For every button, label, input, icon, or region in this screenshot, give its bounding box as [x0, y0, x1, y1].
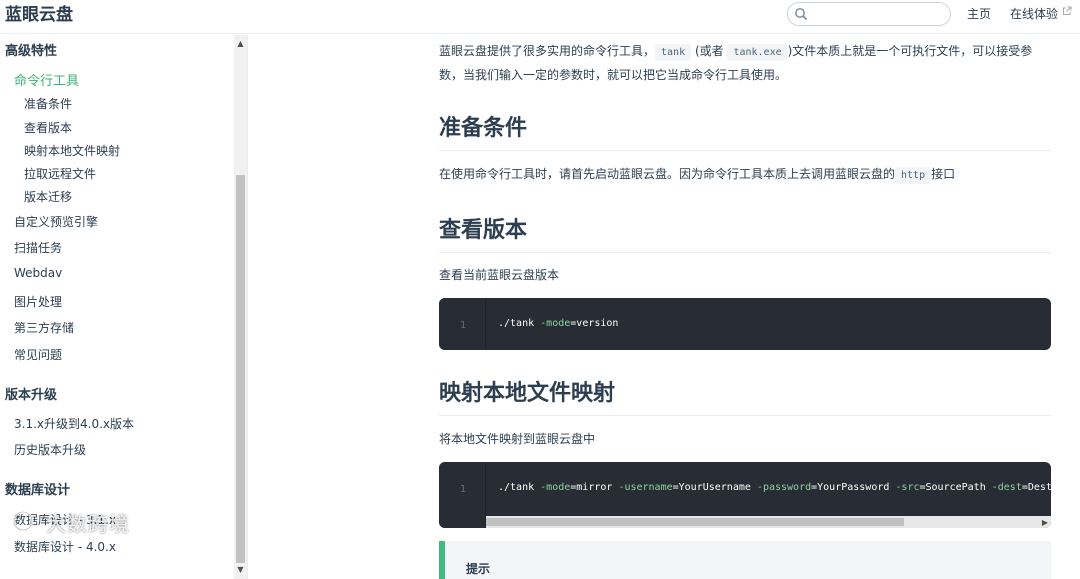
navbar: 蓝眼云盘 主页 在线体验 — [0, 0, 1080, 34]
sidebar-item-faq[interactable]: 常见问题 — [14, 346, 62, 363]
mirror-paragraph: 将本地文件映射到蓝眼云盘中 — [439, 432, 596, 446]
search-box[interactable] — [787, 2, 951, 26]
inline-code-tank: tank — [655, 44, 692, 61]
watermark: 大数跨境 — [46, 512, 130, 536]
sidebar-item-upgrade-31-40[interactable]: 3.1.x升级到4.0.x版本 — [14, 415, 134, 432]
scroll-up-arrow-icon[interactable]: ▲ — [234, 37, 247, 51]
tip-title: 提示 — [466, 562, 491, 576]
sidebar-item-db-40[interactable]: 数据库设计 - 4.0.x — [14, 538, 116, 555]
heading-version: 查看版本 — [439, 216, 1051, 253]
sidebar-subitem-crawl[interactable]: 拉取远程文件 — [24, 165, 96, 182]
scroll-right-arrow-icon[interactable]: ▶ — [1042, 518, 1048, 527]
sidebar-item-image[interactable]: 图片处理 — [14, 293, 62, 310]
sidebar-item-cli-tools[interactable]: 命令行工具 — [14, 70, 79, 89]
search-input[interactable] — [812, 5, 946, 25]
heading-prepare: 准备条件 — [439, 114, 1051, 151]
code-line: ./tank -mode=version — [498, 318, 619, 329]
sidebar-subitem-migrate[interactable]: 版本迁移 — [24, 188, 72, 205]
sidebar-scroll-thumb[interactable] — [236, 175, 245, 563]
sidebar-item-webdav[interactable]: Webdav — [14, 266, 62, 280]
site-name-link[interactable]: 蓝眼云盘 — [5, 4, 73, 26]
nav-home-link[interactable]: 主页 — [967, 6, 991, 22]
tip-box: 提示 — [439, 541, 1051, 579]
scroll-down-arrow-icon[interactable]: ▼ — [234, 563, 247, 577]
sidebar-subitem-mirror[interactable]: 映射本地文件映射 — [24, 142, 120, 159]
code-block-mirror: 1 ./tank -mode=mirror -username=YourUser… — [439, 462, 1051, 528]
inline-code-tank-exe: tank.exe — [727, 44, 788, 61]
code-line: ./tank -mode=mirror -username=YourUserna… — [498, 482, 1051, 493]
external-link-icon — [1063, 6, 1072, 15]
sidebar-item-upgrade-history[interactable]: 历史版本升级 — [14, 441, 86, 458]
code-gutter — [439, 462, 486, 528]
sidebar-subitem-version[interactable]: 查看版本 — [24, 119, 72, 136]
sidebar-section-advanced[interactable]: 高级特性 — [5, 40, 57, 59]
sidebar-item-preview-engine[interactable]: 自定义预览引擎 — [14, 213, 98, 230]
sidebar-subitem-prepare[interactable]: 准备条件 — [24, 95, 72, 112]
sidebar-item-third-party-storage[interactable]: 第三方存储 — [14, 319, 74, 336]
sidebar-section-upgrade[interactable]: 版本升级 — [5, 384, 57, 403]
watermark-logo-icon — [12, 510, 34, 532]
sidebar-section-database[interactable]: 数据库设计 — [5, 479, 70, 498]
nav-demo-link[interactable]: 在线体验 — [1010, 6, 1058, 22]
line-number: 1 — [460, 320, 467, 331]
heading-mirror: 映射本地文件映射 — [439, 379, 1051, 416]
version-paragraph: 查看当前蓝眼云盘版本 — [439, 268, 560, 282]
line-number: 1 — [460, 484, 467, 495]
prepare-paragraph: 在使用命令行工具时，请首先启动蓝眼云盘。因为命令行工具本质上去调用蓝眼云盘的 ht… — [439, 163, 1051, 187]
search-icon — [795, 8, 808, 21]
inline-code-http: http — [895, 167, 932, 184]
sidebar-item-scan-task[interactable]: 扫描任务 — [14, 239, 62, 256]
intro-paragraph: 蓝眼云盘提供了很多实用的命令行工具， tank (或者 tank.exe)文件本质… — [439, 44, 1033, 82]
code-block-version: 1 ./tank -mode=version — [439, 298, 1051, 350]
code-scroll-thumb[interactable] — [486, 518, 904, 526]
sidebar: 高级特性 命令行工具 准备条件 查看版本 映射本地文件映射 拉取远程文件 版本迁… — [0, 35, 248, 579]
